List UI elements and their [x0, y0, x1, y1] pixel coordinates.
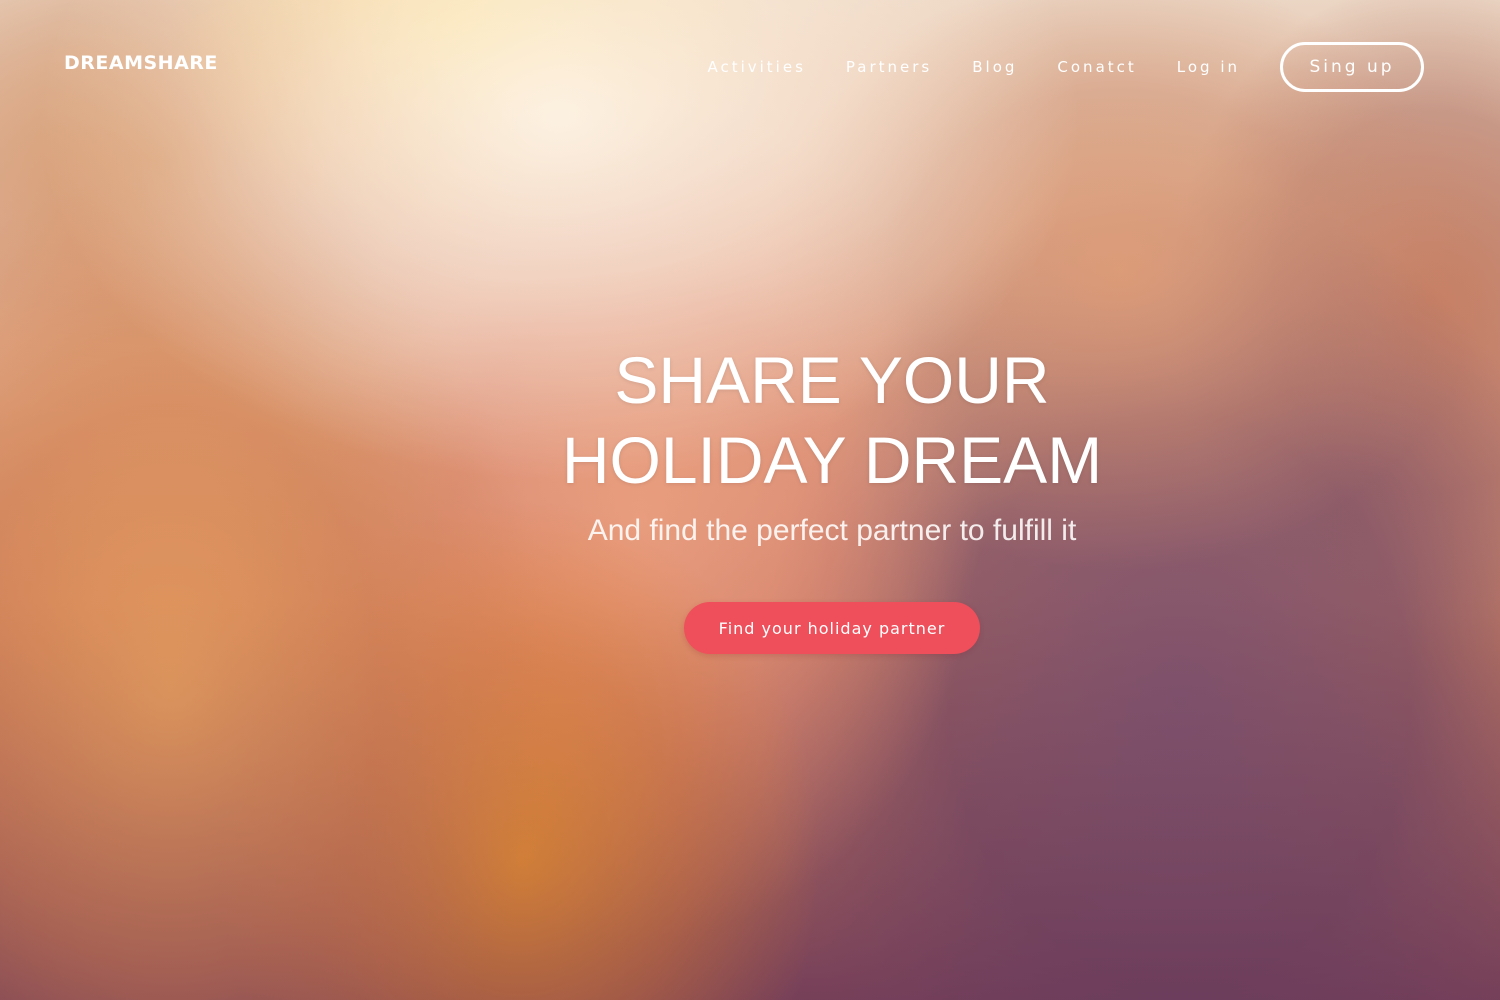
hero-section: DREAMSHARE Activities Partners Blog Cona…	[0, 0, 1500, 1000]
hero-headline-line-2: HOLIDAY DREAM	[561, 423, 1103, 497]
hero-content: SHARE YOUR HOLIDAY DREAM And find the pe…	[332, 340, 1332, 654]
nav-link-log-in[interactable]: Log in	[1177, 58, 1240, 76]
hero-headline-line-1: SHARE YOUR	[614, 343, 1050, 417]
brand-logo[interactable]: DREAMSHARE	[64, 52, 218, 74]
top-navigation: DREAMSHARE Activities Partners Blog Cona…	[0, 0, 1500, 130]
sign-up-button[interactable]: Sing up	[1280, 42, 1424, 92]
nav-link-partners[interactable]: Partners	[846, 58, 932, 76]
find-holiday-partner-button[interactable]: Find your holiday partner	[684, 602, 980, 654]
nav-link-contact[interactable]: Conatct	[1057, 58, 1136, 76]
hero-headline: SHARE YOUR HOLIDAY DREAM	[332, 340, 1332, 500]
nav-link-blog[interactable]: Blog	[972, 58, 1017, 76]
nav-link-activities[interactable]: Activities	[707, 58, 805, 76]
hero-subheadline: And find the perfect partner to fulfill …	[587, 514, 1077, 547]
nav-links: Activities Partners Blog Conatct Log in …	[707, 41, 1424, 93]
